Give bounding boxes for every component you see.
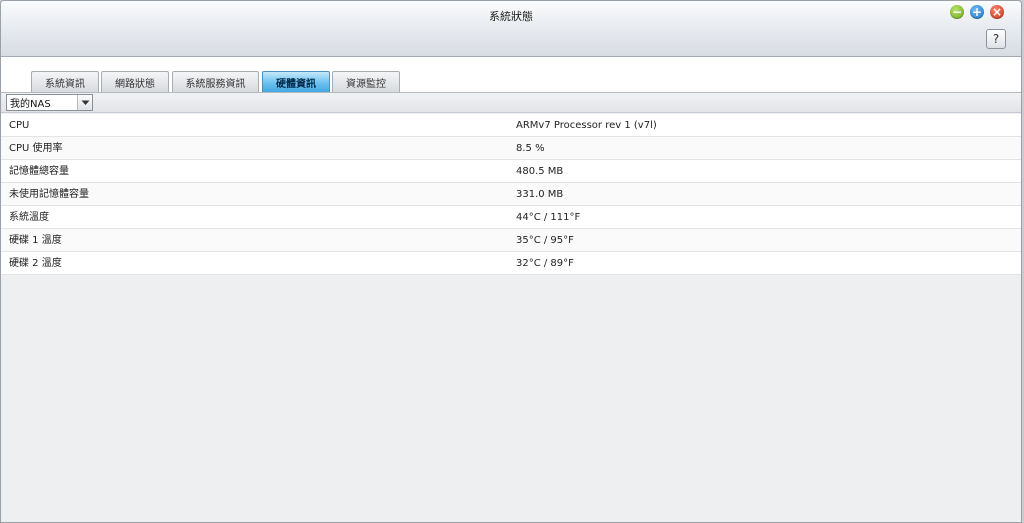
info-value: 8.5 % [516,143,545,154]
help-button[interactable]: ? [986,29,1006,49]
maximize-icon: + [971,5,983,19]
title-bar: 系統狀態 − + × ? [1,1,1021,57]
tab-label: 系統資訊 [45,79,85,90]
chevron-down-icon[interactable] [77,95,92,110]
info-value: 32°C / 89°F [516,258,574,269]
close-button[interactable]: × [990,5,1004,19]
minimize-button[interactable]: − [950,5,964,19]
tab-hardware-info[interactable]: 硬體資訊 [262,71,330,93]
info-value: 331.0 MB [516,189,564,200]
info-value: ARMv7 Processor rev 1 (v7l) [516,120,657,131]
info-value: 480.5 MB [516,166,564,177]
window-title: 系統狀態 [489,10,533,23]
tab-strip: 系統資訊 網路狀態 系統服務資訊 硬體資訊 資源監控 [1,57,1021,93]
info-value: 44°C / 111°F [516,212,581,223]
device-select-value: 我的NAS [10,99,51,110]
table-row: CPU ARMv7 Processor rev 1 (v7l) [1,114,1021,137]
info-key: 記憶體總容量 [9,166,69,177]
table-row: 記憶體總容量 480.5 MB [1,160,1021,183]
tab-label: 資源監控 [346,79,386,90]
table-row: CPU 使用率 8.5 % [1,137,1021,160]
table-row: 未使用記憶體容量 331.0 MB [1,183,1021,206]
table-row: 硬碟 2 溫度 32°C / 89°F [1,252,1021,275]
tab-resource-monitor[interactable]: 資源監控 [332,71,400,93]
maximize-button[interactable]: + [970,5,984,19]
info-key: CPU [9,120,30,131]
tab-label: 硬體資訊 [276,79,316,90]
info-key: 系統溫度 [9,212,49,223]
minimize-icon: − [951,5,963,19]
tab-system-info[interactable]: 系統資訊 [31,71,99,93]
info-key: CPU 使用率 [9,143,63,154]
tab-system-service-info[interactable]: 系統服務資訊 [172,71,259,93]
empty-content-area [1,276,1021,522]
hardware-info-table: CPU ARMv7 Processor rev 1 (v7l) CPU 使用率 … [1,114,1021,275]
info-key: 未使用記憶體容量 [9,189,89,200]
tab-label: 系統服務資訊 [185,79,246,90]
device-select[interactable]: 我的NAS [6,94,93,111]
close-icon: × [991,5,1003,19]
info-key: 硬碟 2 溫度 [9,258,62,269]
table-row: 系統溫度 44°C / 111°F [1,206,1021,229]
tab-network-status[interactable]: 網路狀態 [101,71,169,93]
table-row: 硬碟 1 溫度 35°C / 95°F [1,229,1021,252]
tab-label: 網路狀態 [115,79,155,90]
info-key: 硬碟 1 溫度 [9,235,62,246]
help-icon: ? [992,32,1000,46]
info-value: 35°C / 95°F [516,235,574,246]
system-status-window: 系統狀態 − + × ? 系統資訊 網路狀態 系統服務資訊 硬體資訊 資源監控 [0,0,1022,523]
toolbar: 我的NAS [1,93,1021,113]
